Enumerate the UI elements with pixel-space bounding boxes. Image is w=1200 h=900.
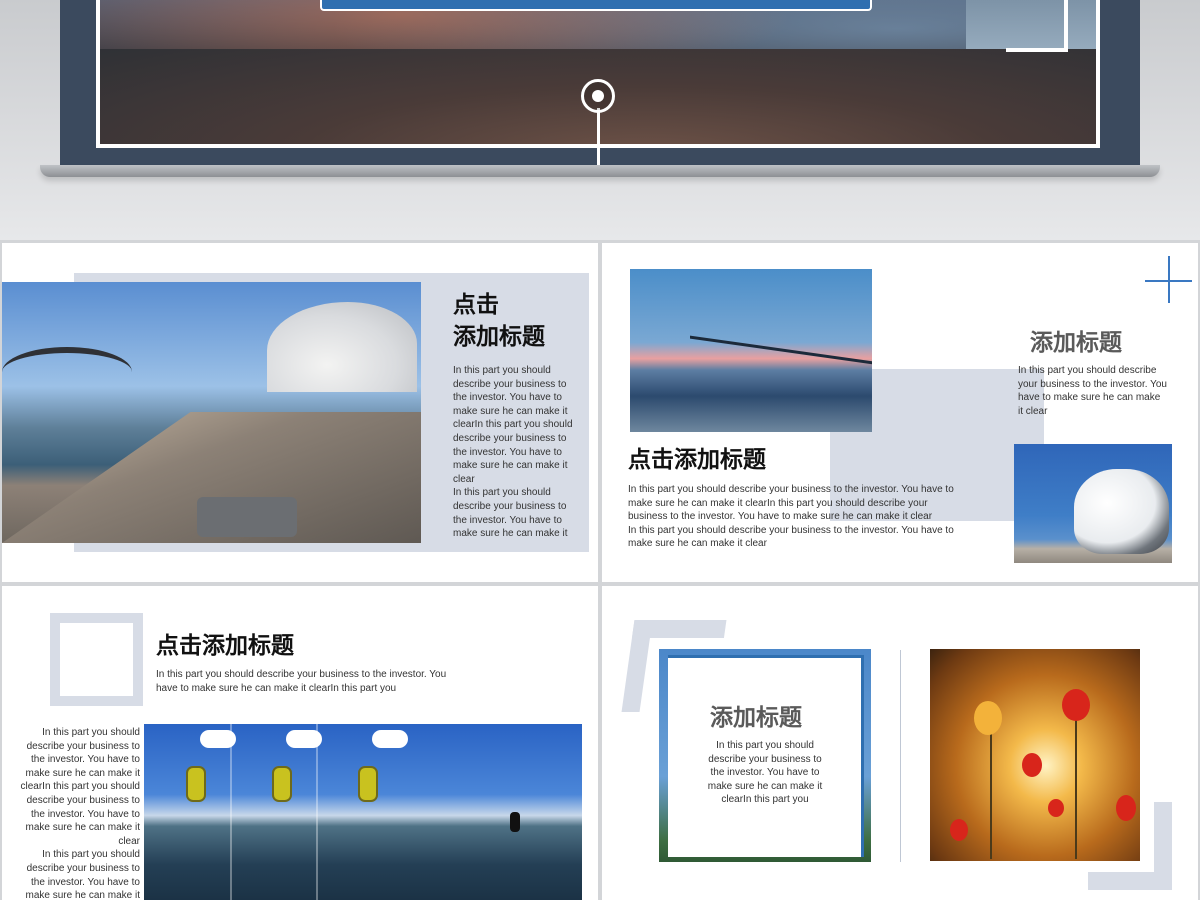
laptop-base	[40, 165, 1160, 177]
pier-sunset-photo	[630, 269, 872, 432]
slide-body-text-top: In this part you should describe your bu…	[156, 669, 447, 694]
opera-house-photo	[2, 282, 421, 543]
kite-shape	[272, 766, 292, 802]
slide-title: 点击 添加标题	[453, 292, 545, 350]
bridge-shape	[2, 347, 132, 397]
crosshair-vertical	[1168, 256, 1170, 303]
slide-title: 点击添加标题	[628, 447, 766, 473]
slide-thumbnail-4[interactable]: 添加标题 In this part you should describe yo…	[602, 586, 1198, 900]
corner-bracket	[1006, 0, 1068, 52]
poppy-shape	[1116, 795, 1136, 821]
center-line	[597, 108, 600, 165]
seagull-shape	[1074, 469, 1169, 554]
kitesurf-photo	[144, 724, 582, 900]
slide-title: 添加标题	[710, 705, 802, 731]
seagull-photo	[1014, 444, 1172, 563]
photo-seam	[230, 724, 232, 900]
surfer-shape	[510, 812, 520, 832]
poppy-shape	[1048, 799, 1064, 817]
bench-shape	[197, 497, 297, 537]
poppy-shape	[1022, 753, 1042, 777]
poppy-field-photo	[930, 649, 1140, 861]
kite-shape	[358, 766, 378, 802]
slide-thumbnail-2[interactable]: 点击添加标题 In this part you should describe …	[602, 243, 1198, 582]
slide-title: 点击添加标题	[156, 633, 294, 659]
ring-icon	[581, 79, 615, 113]
slide-thumbnail-3[interactable]: 点击添加标题 In this part you should describe …	[2, 586, 598, 900]
kite-shape	[186, 766, 206, 802]
slide-body-text-left: In this part you should describe your bu…	[20, 727, 140, 900]
cloud-shape	[372, 730, 408, 748]
poppy-shape	[950, 819, 968, 841]
stem-shape	[1075, 709, 1077, 859]
opera-shell-shape	[267, 302, 417, 392]
cover-info-banner	[320, 0, 872, 11]
slide-body-text: In this part you should describe your bu…	[707, 740, 823, 806]
slide-thumbnail-1[interactable]: 点击 添加标题 In this part you should describe…	[2, 243, 598, 582]
side-body-text: In this part you should describe your bu…	[1018, 365, 1167, 417]
side-title: 添加标题	[1030, 330, 1122, 356]
poppy-shape	[1062, 689, 1090, 721]
slide-body-text: In this part you should describe your bu…	[628, 484, 954, 550]
square-frame	[50, 613, 143, 706]
slide-body-text: In this part you should describe your bu…	[453, 365, 573, 540]
cover-slide-preview	[0, 0, 1200, 240]
railing-shape	[690, 335, 872, 403]
poppy-shape	[974, 701, 1002, 735]
vertical-divider	[900, 650, 901, 862]
photo-seam	[316, 724, 318, 900]
